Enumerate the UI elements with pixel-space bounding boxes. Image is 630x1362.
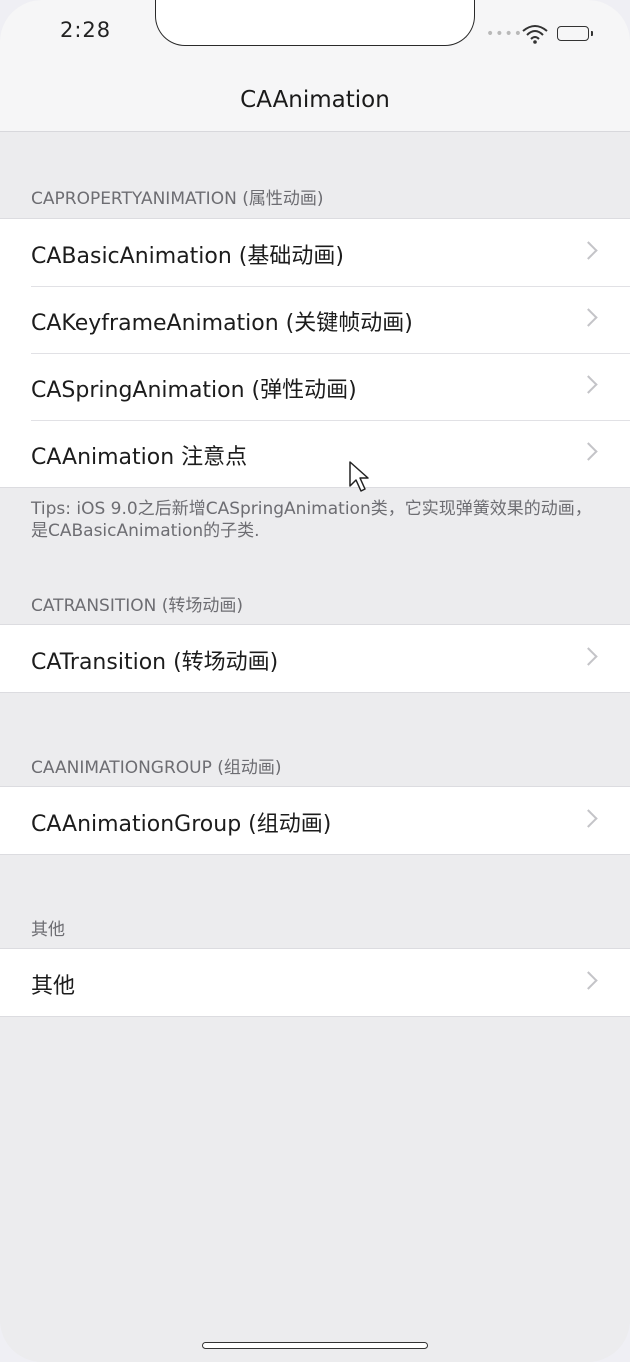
chevron-right-icon (579, 375, 598, 394)
cell-label: 其他 (31, 974, 76, 999)
signal-strength-icon: •••• (486, 26, 524, 42)
device-notch (155, 0, 475, 46)
cursor-icon (349, 461, 369, 492)
cell-animation-group[interactable]: CAAnimationGroup (组动画) (0, 787, 630, 854)
chevron-right-icon (579, 809, 598, 828)
status-time: 2:28 (60, 18, 112, 42)
section-header-other: 其他 (31, 920, 65, 940)
chevron-right-icon (579, 442, 598, 461)
status-bar: 2:28 •••• (0, 0, 630, 70)
cell-label: CAAnimation 注意点 (31, 445, 248, 470)
section-header-transition: CATRANSITION (转场动画) (31, 596, 244, 616)
cell-keyframe-animation[interactable]: CAKeyframeAnimation (关键帧动画) (0, 286, 630, 353)
cell-spring-animation[interactable]: CASpringAnimation (弹性动画) (0, 353, 630, 420)
screen: 2:28 •••• CAAnimation CAPROPERTYANIMATIO… (0, 0, 630, 1362)
battery-icon (557, 26, 593, 41)
cell-animation-notes[interactable]: CAAnimation 注意点 (0, 420, 630, 487)
section-group-animation-group: CAAnimationGroup (组动画) (0, 786, 630, 855)
wifi-icon (522, 25, 548, 44)
section-group-transition: CATransition (转场动画) (0, 624, 630, 693)
section-group-other: 其他 (0, 948, 630, 1017)
section-header-animation-group: CAANIMATIONGROUP (组动画) (31, 758, 282, 778)
cell-label: CAKeyframeAnimation (关键帧动画) (31, 311, 413, 336)
cell-other[interactable]: 其他 (0, 949, 630, 1016)
chevron-right-icon (579, 308, 598, 327)
cell-label: CASpringAnimation (弹性动画) (31, 378, 357, 403)
chevron-right-icon (579, 971, 598, 990)
cell-basic-animation[interactable]: CABasicAnimation (基础动画) (0, 219, 630, 286)
section-group-property-animation: CABasicAnimation (基础动画) CAKeyframeAnimat… (0, 218, 630, 488)
cell-label: CATransition (转场动画) (31, 650, 279, 675)
section-footer-tips: Tips: iOS 9.0之后新增CASpringAnimation类，它实现弹… (31, 499, 592, 541)
navigation-bar: CAAnimation (0, 70, 630, 132)
cell-transition[interactable]: CATransition (转场动画) (0, 625, 630, 692)
home-indicator[interactable] (202, 1342, 428, 1349)
nav-title: CAAnimation (240, 87, 390, 113)
cell-label: CAAnimationGroup (组动画) (31, 812, 332, 837)
chevron-right-icon (579, 647, 598, 666)
cell-label: CABasicAnimation (基础动画) (31, 244, 344, 269)
chevron-right-icon (579, 241, 598, 260)
section-header-property-animation: CAPROPERTYANIMATION (属性动画) (31, 189, 324, 209)
